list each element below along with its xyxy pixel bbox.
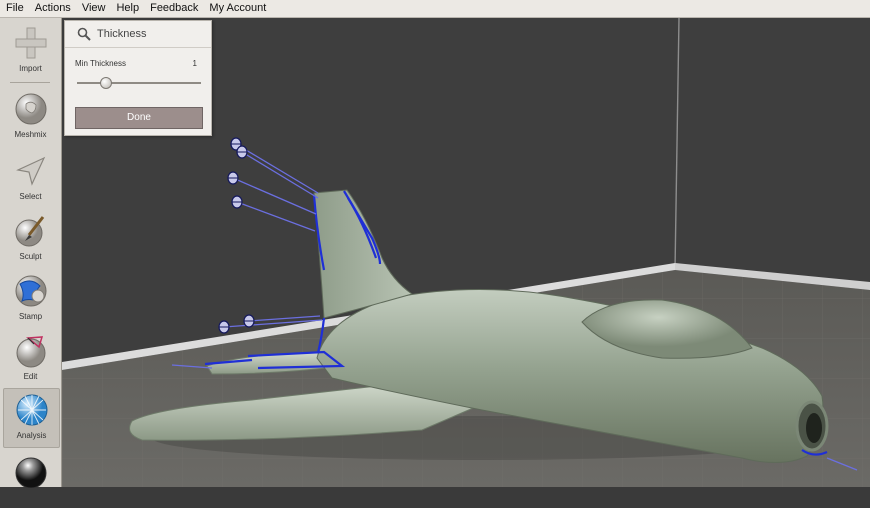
- menu-actions[interactable]: Actions: [29, 0, 76, 17]
- tool-label: Select: [19, 192, 42, 201]
- min-thickness-value: 1: [192, 59, 197, 68]
- tool-shaders[interactable]: [3, 450, 58, 508]
- sculpt-brush-icon: [15, 216, 45, 247]
- menu-bar: File Actions View Help Feedback My Accou…: [0, 0, 870, 18]
- min-thickness-label: Min Thickness: [75, 59, 126, 68]
- menu-help[interactable]: Help: [110, 0, 144, 17]
- toolbar-divider: [10, 82, 50, 83]
- menu-my-account[interactable]: My Account: [203, 0, 271, 17]
- panel-header: Thickness: [65, 21, 211, 48]
- tool-meshmix[interactable]: Meshmix: [3, 88, 58, 146]
- thickness-panel: Thickness Min Thickness 1 Done: [64, 20, 212, 136]
- tool-label: Edit: [23, 372, 38, 381]
- tool-select[interactable]: Select: [3, 150, 58, 208]
- menu-feedback[interactable]: Feedback: [144, 0, 203, 17]
- tool-analysis[interactable]: Analysis: [3, 388, 60, 448]
- panel-title: Thickness: [97, 28, 147, 40]
- done-button[interactable]: Done: [75, 107, 203, 129]
- tool-sidebar: Import Meshmix Select Sculpt Stamp Edit …: [0, 18, 62, 488]
- edit-sphere-icon: [16, 336, 46, 368]
- tool-import[interactable]: Import: [3, 22, 58, 80]
- tool-label: Meshmix: [14, 130, 47, 139]
- plus-icon: [15, 27, 47, 59]
- menu-view[interactable]: View: [76, 0, 111, 17]
- shaders-sphere-icon: [15, 457, 47, 488]
- menu-file[interactable]: File: [0, 0, 29, 17]
- tool-sculpt[interactable]: Sculpt: [3, 210, 58, 268]
- tool-edit[interactable]: Edit: [3, 330, 58, 388]
- stamp-icon: [15, 275, 47, 307]
- tool-label: Sculpt: [19, 252, 42, 261]
- tool-label: Stamp: [18, 312, 43, 321]
- min-thickness-slider-handle[interactable]: [99, 77, 112, 89]
- min-thickness-slider-track[interactable]: [77, 82, 201, 84]
- meshmix-bust-icon: [15, 93, 47, 125]
- select-arrow-icon: [16, 156, 46, 186]
- analysis-mesh-icon: [16, 394, 48, 426]
- search-icon: [77, 27, 91, 41]
- tool-label: Analysis: [16, 431, 47, 440]
- tool-label: Import: [19, 64, 42, 73]
- tool-stamp[interactable]: Stamp: [3, 270, 58, 328]
